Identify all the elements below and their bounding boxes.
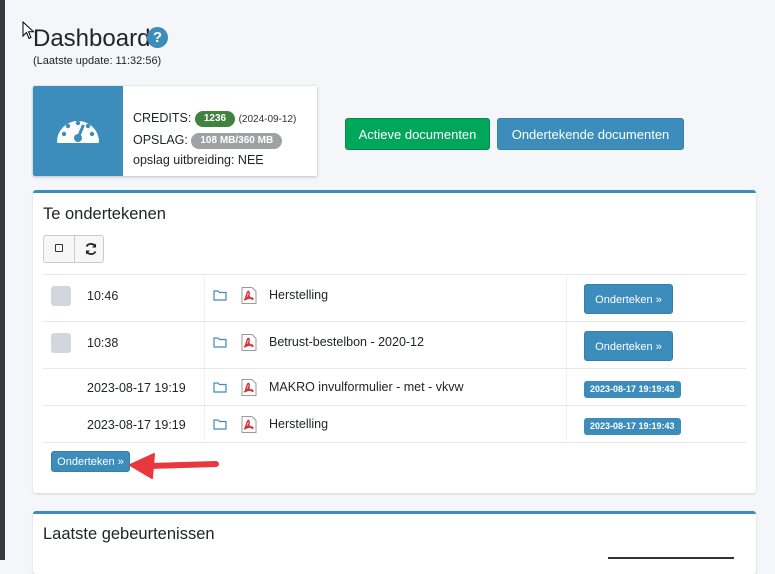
row-checkbox[interactable] <box>51 333 71 353</box>
refresh-icon[interactable] <box>84 242 98 256</box>
credits-info-content: CREDITS: 1236 (2024-09-12) OPSLAG: 108 M… <box>133 108 296 170</box>
latest-events-panel: Laatste gebeurtenissen <box>33 511 756 574</box>
storage-line: OPSLAG: 108 MB/360 MB <box>133 130 296 150</box>
last-update-text: (Laatste update: 11:32:56) <box>33 55 162 67</box>
help-icon[interactable]: ? <box>147 27 168 48</box>
folder-icon[interactable] <box>213 418 227 430</box>
row-checkbox[interactable] <box>51 286 71 306</box>
credits-badge: 1236 <box>194 111 236 127</box>
annotation-arrow-icon <box>129 453 219 479</box>
row-time: 2023-08-17 19:19 <box>87 418 186 432</box>
pdf-file-icon <box>241 287 257 304</box>
toolbar-divider <box>74 236 75 262</box>
select-all-checkbox-icon[interactable] <box>55 244 63 252</box>
storage-badge: 108 MB/360 MB <box>191 133 283 149</box>
signed-documents-button[interactable]: Ondertekende documenten <box>497 118 684 150</box>
row-filename[interactable]: Betrust-bestelbon - 2020-12 <box>269 335 424 349</box>
events-control-edge <box>608 557 734 559</box>
folder-icon[interactable] <box>213 381 227 393</box>
credits-label: CREDITS: <box>133 111 192 125</box>
pdf-file-icon <box>241 334 257 351</box>
signed-date-badge: 2023-08-17 19:19:43 <box>584 418 681 435</box>
sign-button[interactable]: Onderteken » <box>584 331 673 361</box>
row-filename[interactable]: Herstelling <box>269 417 328 431</box>
folder-icon[interactable] <box>213 289 227 301</box>
table-row: 10:38 Betrust-bestelbon - 2020-12 Ondert… <box>43 322 746 368</box>
row-filename[interactable]: Herstelling <box>269 288 328 302</box>
pdf-file-icon <box>241 379 257 396</box>
latest-events-title: Laatste gebeurtenissen <box>43 525 215 543</box>
row-divider <box>43 442 746 443</box>
credits-date: (2024-09-12) <box>238 114 297 125</box>
row-filename[interactable]: MAKRO invulformulier - met - vkvw <box>269 380 463 394</box>
bulk-sign-button[interactable]: Onderteken » <box>51 451 130 472</box>
table-toolbar <box>43 235 104 263</box>
row-time: 10:46 <box>87 289 119 303</box>
storage-label: OPSLAG: <box>133 133 188 147</box>
storage-extension-text: opslag uitbreiding: NEE <box>133 153 264 167</box>
credits-info-box: CREDITS: 1236 (2024-09-12) OPSLAG: 108 M… <box>33 86 317 176</box>
page-title: Dashboard <box>33 25 151 52</box>
folder-icon[interactable] <box>213 336 227 348</box>
row-time: 10:38 <box>87 336 119 350</box>
table-row: 2023-08-17 19:19 MAKRO invulformulier - … <box>43 369 746 405</box>
active-documents-button[interactable]: Actieve documenten <box>345 118 490 150</box>
signed-date-badge: 2023-08-17 19:19:43 <box>584 381 681 398</box>
table-row: 10:46 Herstelling Onderteken » <box>43 275 746 321</box>
row-time: 2023-08-17 19:19 <box>87 381 186 395</box>
to-sign-title: Te ondertekenen <box>43 205 166 223</box>
pdf-file-icon <box>241 416 257 433</box>
table-row: 2023-08-17 19:19 Herstelling 2023-08-17 … <box>43 406 746 442</box>
sidebar-edge <box>0 0 5 560</box>
dashboard-gauge-icon <box>33 86 123 176</box>
sign-button[interactable]: Onderteken » <box>584 284 673 314</box>
credits-line: CREDITS: 1236 (2024-09-12) <box>133 108 296 130</box>
